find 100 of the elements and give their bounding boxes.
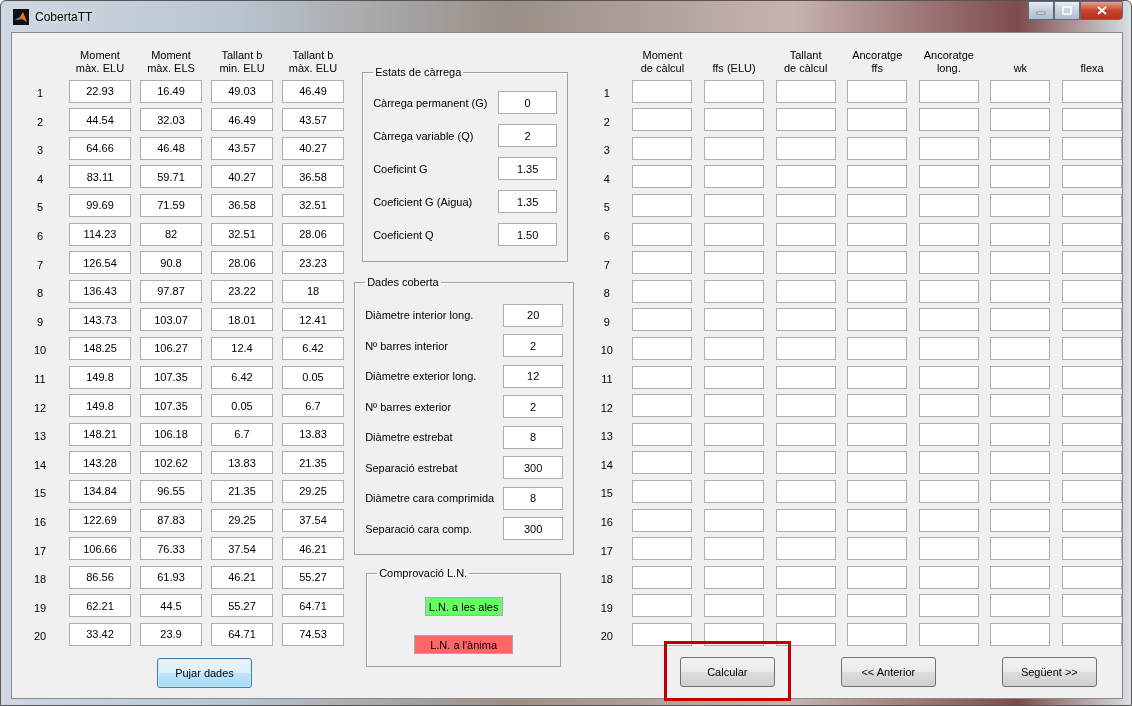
input-field[interactable]	[704, 279, 765, 303]
value-field[interactable]: 106.27	[140, 336, 202, 360]
input-field[interactable]	[918, 422, 979, 446]
input-field[interactable]	[632, 365, 693, 389]
input-field[interactable]	[990, 251, 1051, 275]
input-field[interactable]	[847, 79, 908, 103]
value-field[interactable]: 0.05	[211, 394, 273, 418]
input-field[interactable]	[1062, 79, 1122, 103]
value-field[interactable]: 61.93	[140, 565, 202, 589]
input-field[interactable]	[1062, 565, 1122, 589]
input-field[interactable]	[1062, 336, 1122, 360]
value-field[interactable]: 36.58	[282, 165, 344, 189]
input-field[interactable]	[632, 193, 693, 217]
input-field[interactable]	[847, 165, 908, 189]
value-field[interactable]: 44.5	[140, 594, 202, 618]
input-field[interactable]	[918, 622, 979, 646]
input-field[interactable]	[1062, 165, 1122, 189]
input-field[interactable]	[990, 394, 1051, 418]
input-field[interactable]	[990, 108, 1051, 132]
input-field[interactable]	[775, 451, 836, 475]
value-field[interactable]: 6.7	[211, 422, 273, 446]
input-field[interactable]	[632, 336, 693, 360]
input-field[interactable]: 1.35	[498, 157, 558, 180]
maximize-button[interactable]	[1054, 1, 1080, 20]
value-field[interactable]: 106.18	[140, 422, 202, 446]
input-field[interactable]	[704, 165, 765, 189]
input-field[interactable]	[704, 622, 765, 646]
input-field[interactable]	[918, 136, 979, 160]
input-field[interactable]	[775, 165, 836, 189]
value-field[interactable]: 46.48	[140, 136, 202, 160]
input-field[interactable]	[990, 279, 1051, 303]
value-field[interactable]: 55.27	[211, 594, 273, 618]
action-button[interactable]: Calcular	[679, 656, 775, 687]
input-field[interactable]	[1062, 594, 1122, 618]
input-field[interactable]	[632, 222, 693, 246]
input-field[interactable]	[704, 565, 765, 589]
input-field[interactable]	[1062, 422, 1122, 446]
input-field[interactable]	[847, 308, 908, 332]
value-field[interactable]: 107.35	[140, 365, 202, 389]
input-field[interactable]	[918, 537, 979, 561]
value-field[interactable]: 99.69	[69, 193, 131, 217]
value-field[interactable]: 43.57	[282, 108, 344, 132]
input-field[interactable]	[990, 508, 1051, 532]
value-field[interactable]: 23.23	[282, 251, 344, 275]
value-field[interactable]: 143.73	[69, 308, 131, 332]
input-field[interactable]: 2	[498, 124, 558, 147]
input-field[interactable]	[704, 365, 765, 389]
input-field[interactable]	[1062, 308, 1122, 332]
value-field[interactable]: 149.8	[69, 394, 131, 418]
input-field[interactable]	[847, 565, 908, 589]
value-field[interactable]: 134.84	[69, 479, 131, 503]
value-field[interactable]: 143.28	[69, 451, 131, 475]
input-field[interactable]	[847, 537, 908, 561]
input-field[interactable]	[632, 508, 693, 532]
input-field[interactable]	[990, 622, 1051, 646]
input-field[interactable]	[918, 251, 979, 275]
value-field[interactable]: 32.03	[140, 108, 202, 132]
input-field[interactable]	[1062, 537, 1122, 561]
input-field[interactable]: 2	[503, 395, 564, 419]
value-field[interactable]: 13.83	[282, 422, 344, 446]
input-field[interactable]	[990, 422, 1051, 446]
value-field[interactable]: 136.43	[69, 279, 131, 303]
input-field[interactable]	[632, 251, 693, 275]
value-field[interactable]: 46.49	[211, 108, 273, 132]
input-field[interactable]	[847, 251, 908, 275]
value-field[interactable]: 6.7	[282, 394, 344, 418]
value-field[interactable]: 107.35	[140, 394, 202, 418]
value-field[interactable]: 46.21	[211, 565, 273, 589]
input-field[interactable]	[632, 136, 693, 160]
value-field[interactable]: 21.35	[211, 479, 273, 503]
value-field[interactable]: 86.56	[69, 565, 131, 589]
value-field[interactable]: 28.06	[211, 251, 273, 275]
value-field[interactable]: 29.25	[211, 508, 273, 532]
action-button[interactable]: << Anterior	[840, 656, 936, 687]
close-button[interactable]	[1080, 1, 1123, 20]
value-field[interactable]: 87.83	[140, 508, 202, 532]
value-field[interactable]: 126.54	[69, 251, 131, 275]
input-field[interactable]	[775, 422, 836, 446]
value-field[interactable]: 44.54	[69, 108, 131, 132]
input-field[interactable]	[704, 79, 765, 103]
input-field[interactable]	[704, 479, 765, 503]
value-field[interactable]: 64.71	[282, 594, 344, 618]
input-field[interactable]	[990, 451, 1051, 475]
input-field[interactable]	[704, 222, 765, 246]
input-field[interactable]	[632, 394, 693, 418]
input-field[interactable]	[775, 79, 836, 103]
input-field[interactable]	[1062, 193, 1122, 217]
value-field[interactable]: 6.42	[211, 365, 273, 389]
value-field[interactable]: 16.49	[140, 79, 202, 103]
value-field[interactable]: 12.41	[282, 308, 344, 332]
input-field[interactable]: 300	[503, 456, 564, 480]
value-field[interactable]: 59.71	[140, 165, 202, 189]
input-field[interactable]	[704, 394, 765, 418]
input-field[interactable]	[704, 336, 765, 360]
value-field[interactable]: 62.21	[69, 594, 131, 618]
input-field[interactable]	[632, 479, 693, 503]
value-field[interactable]: 40.27	[211, 165, 273, 189]
input-field[interactable]	[1062, 136, 1122, 160]
value-field[interactable]: 43.57	[211, 136, 273, 160]
value-field[interactable]: 74.53	[282, 622, 344, 646]
